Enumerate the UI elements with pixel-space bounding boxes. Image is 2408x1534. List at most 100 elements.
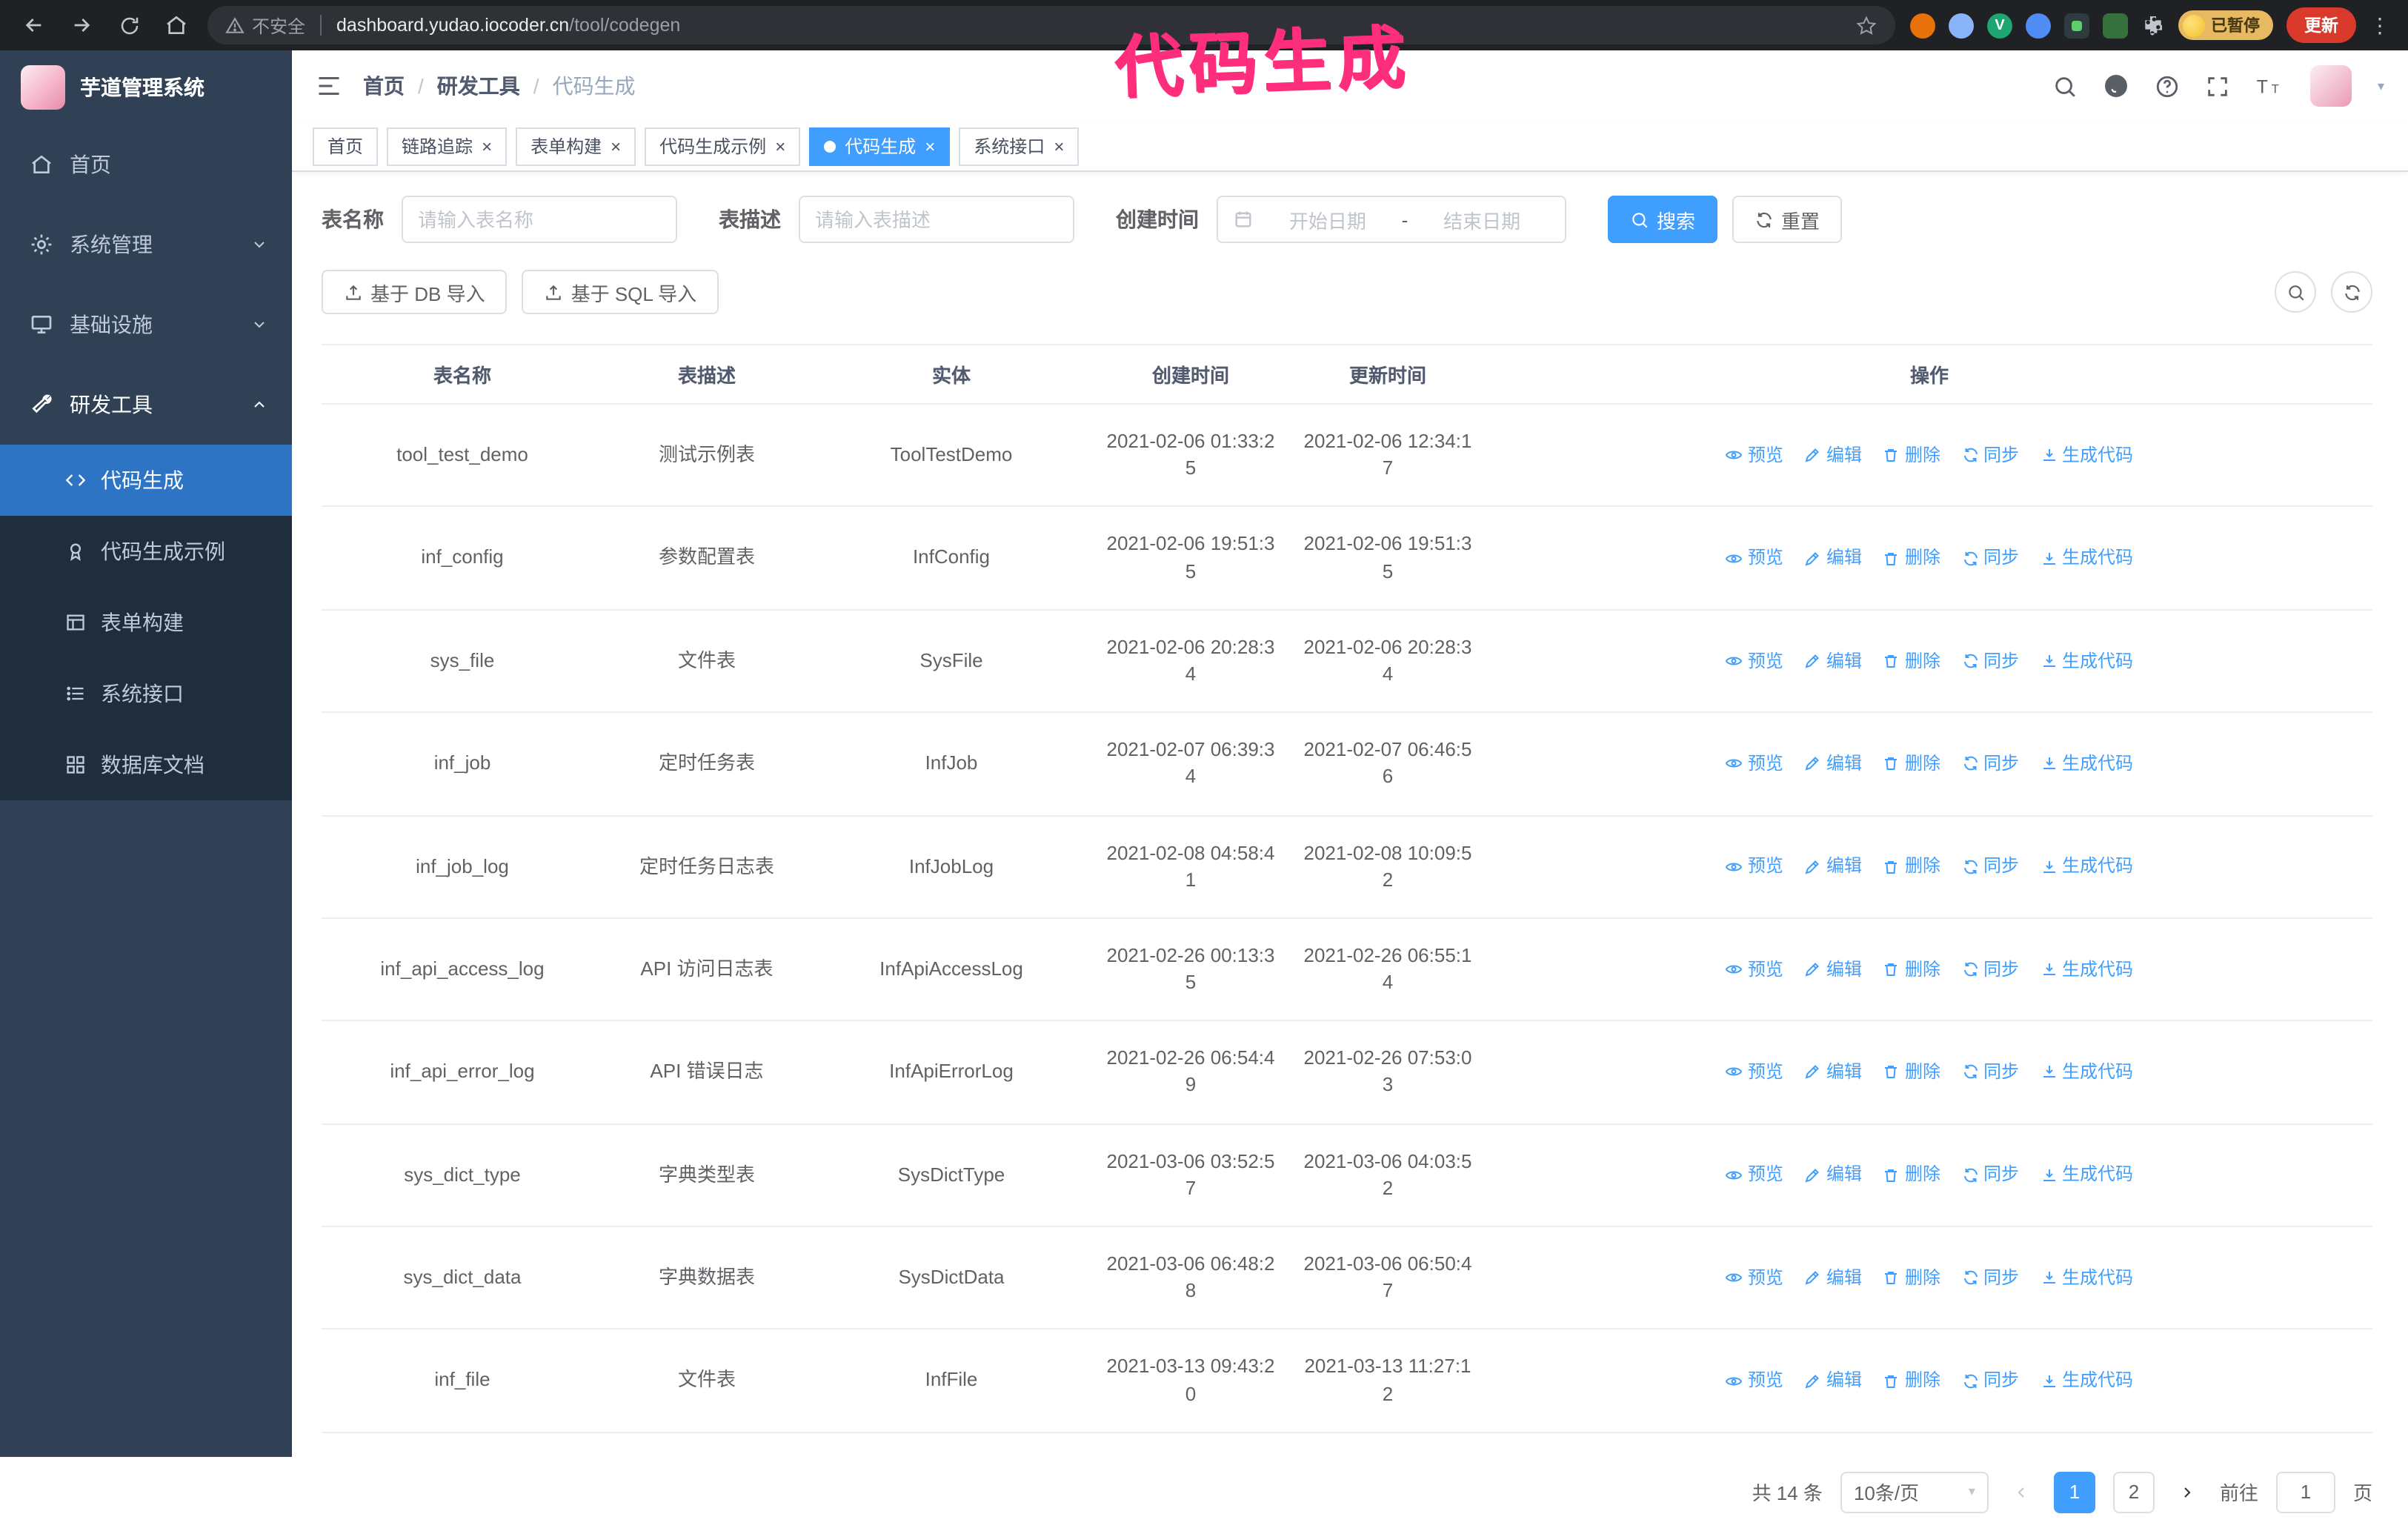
v-extension-icon[interactable]: V [1987,13,2012,38]
generate-code-link[interactable]: 生成代码 [2040,1060,2133,1085]
generate-code-link[interactable]: 生成代码 [2040,1163,2133,1188]
edit-link[interactable]: 编辑 [1804,854,1862,880]
generate-code-link[interactable]: 生成代码 [2040,957,2133,982]
close-icon[interactable]: × [925,137,935,155]
search-button[interactable]: 搜索 [1608,196,1718,243]
sidebar-item-home[interactable]: 首页 [0,124,292,205]
edit-link[interactable]: 编辑 [1804,648,1862,674]
preview-link[interactable]: 预览 [1726,545,1783,571]
prev-page-icon[interactable] [2006,1484,2036,1501]
tab-tracing[interactable]: 链路追踪 × [387,127,508,165]
logo[interactable]: 芋道管理系统 [0,50,292,124]
tab-codegen-example[interactable]: 代码生成示例 × [645,127,801,165]
sidebar-item-system-api[interactable]: 系统接口 [0,658,292,729]
sync-link[interactable]: 同步 [1961,751,2019,777]
avatar[interactable] [2310,65,2352,107]
page-size-select[interactable]: 10条/页 ▾ [1840,1471,1989,1513]
preview-link[interactable]: 预览 [1726,854,1783,880]
close-icon[interactable]: × [775,137,785,155]
generate-code-link[interactable]: 生成代码 [2040,1266,2133,1291]
breadcrumb-devtools[interactable]: 研发工具 [437,71,520,101]
delete-link[interactable]: 删除 [1883,1368,1940,1393]
preview-link[interactable]: 预览 [1726,1060,1783,1085]
page-button-1[interactable]: 1 [2053,1471,2095,1513]
sidebar-item-system[interactable]: 系统管理 [0,205,292,285]
generate-code-link[interactable]: 生成代码 [2040,648,2133,674]
delete-link[interactable]: 删除 [1883,854,1940,880]
extensions-puzzle-icon[interactable] [2141,13,2165,37]
search-icon[interactable] [2053,73,2078,99]
breadcrumb-home[interactable]: 首页 [363,71,405,101]
tab-form-builder[interactable]: 表单构建 × [516,127,636,165]
preview-link[interactable]: 预览 [1726,443,1783,468]
preview-link[interactable]: 预览 [1726,957,1783,982]
generate-code-link[interactable]: 生成代码 [2040,751,2133,777]
preview-link[interactable]: 预览 [1726,1266,1783,1291]
forward-icon[interactable] [65,9,98,41]
delete-link[interactable]: 删除 [1883,443,1940,468]
help-icon[interactable] [2155,73,2181,99]
table-desc-input[interactable] [799,196,1074,243]
chrome-update-button[interactable]: 更新 [2286,7,2356,43]
dark-extension-icon[interactable] [2064,13,2089,38]
bookmark-star-icon[interactable] [1855,14,1877,36]
sync-link[interactable]: 同步 [1961,854,2019,880]
tab-system-api[interactable]: 系统接口 × [959,127,1080,165]
preview-link[interactable]: 预览 [1726,1163,1783,1188]
page-button-2[interactable]: 2 [2112,1471,2155,1513]
reset-button[interactable]: 重置 [1732,196,1843,243]
drop-extension-icon[interactable] [1949,13,1974,38]
tab-home[interactable]: 首页 [313,127,379,165]
sidebar-item-form-builder[interactable]: 表单构建 [0,587,292,658]
close-icon[interactable]: × [482,137,492,155]
address-bar[interactable]: 不安全 dashboard.yudao.iocoder.cn/tool/code… [207,6,1895,44]
toggle-search-icon[interactable] [2275,271,2316,313]
close-icon[interactable]: × [1054,137,1064,155]
tab-codegen[interactable]: 代码生成 × [809,127,951,165]
sync-link[interactable]: 同步 [1961,443,2019,468]
date-range-picker[interactable]: 开始日期 - 结束日期 [1217,196,1566,243]
import-db-button[interactable]: 基于 DB 导入 [322,270,508,314]
hamburger-icon[interactable] [316,73,342,99]
menu-kebab-icon[interactable]: ⋮ [2369,13,2390,38]
delete-link[interactable]: 删除 [1883,751,1940,777]
edit-link[interactable]: 编辑 [1804,545,1862,571]
edit-link[interactable]: 编辑 [1804,957,1862,982]
sidebar-item-db-docs[interactable]: 数据库文档 [0,729,292,800]
sidebar-item-codegen[interactable]: 代码生成 [0,445,292,516]
import-sql-button[interactable]: 基于 SQL 导入 [522,270,719,314]
sync-link[interactable]: 同步 [1961,1266,2019,1291]
preview-link[interactable]: 预览 [1726,751,1783,777]
delete-link[interactable]: 删除 [1883,957,1940,982]
close-icon[interactable]: × [611,137,621,155]
orange-extension-icon[interactable] [1910,13,1935,38]
sync-link[interactable]: 同步 [1961,1368,2019,1393]
sidebar-item-infra[interactable]: 基础设施 [0,285,292,365]
delete-link[interactable]: 删除 [1883,1163,1940,1188]
generate-code-link[interactable]: 生成代码 [2040,1368,2133,1393]
refresh-icon[interactable] [2331,271,2372,313]
sync-link[interactable]: 同步 [1961,1163,2019,1188]
back-icon[interactable] [18,9,50,41]
sync-link[interactable]: 同步 [1961,1060,2019,1085]
reload-icon[interactable] [113,9,145,41]
sync-link[interactable]: 同步 [1961,957,2019,982]
sidebar-item-devtools[interactable]: 研发工具 [0,365,292,445]
preview-link[interactable]: 预览 [1726,1368,1783,1393]
sync-link[interactable]: 同步 [1961,648,2019,674]
preview-link[interactable]: 预览 [1726,648,1783,674]
delete-link[interactable]: 删除 [1883,1266,1940,1291]
edit-link[interactable]: 编辑 [1804,751,1862,777]
generate-code-link[interactable]: 生成代码 [2040,854,2133,880]
delete-link[interactable]: 删除 [1883,1060,1940,1085]
sync-link[interactable]: 同步 [1961,545,2019,571]
leaf-extension-icon[interactable] [2103,13,2128,38]
edit-link[interactable]: 编辑 [1804,1163,1862,1188]
edit-link[interactable]: 编辑 [1804,443,1862,468]
edit-link[interactable]: 编辑 [1804,1266,1862,1291]
users-extension-icon[interactable] [2026,13,2051,38]
table-name-input[interactable] [402,196,677,243]
edit-link[interactable]: 编辑 [1804,1368,1862,1393]
fullscreen-icon[interactable] [2206,73,2231,99]
next-page-icon[interactable] [2172,1484,2202,1501]
